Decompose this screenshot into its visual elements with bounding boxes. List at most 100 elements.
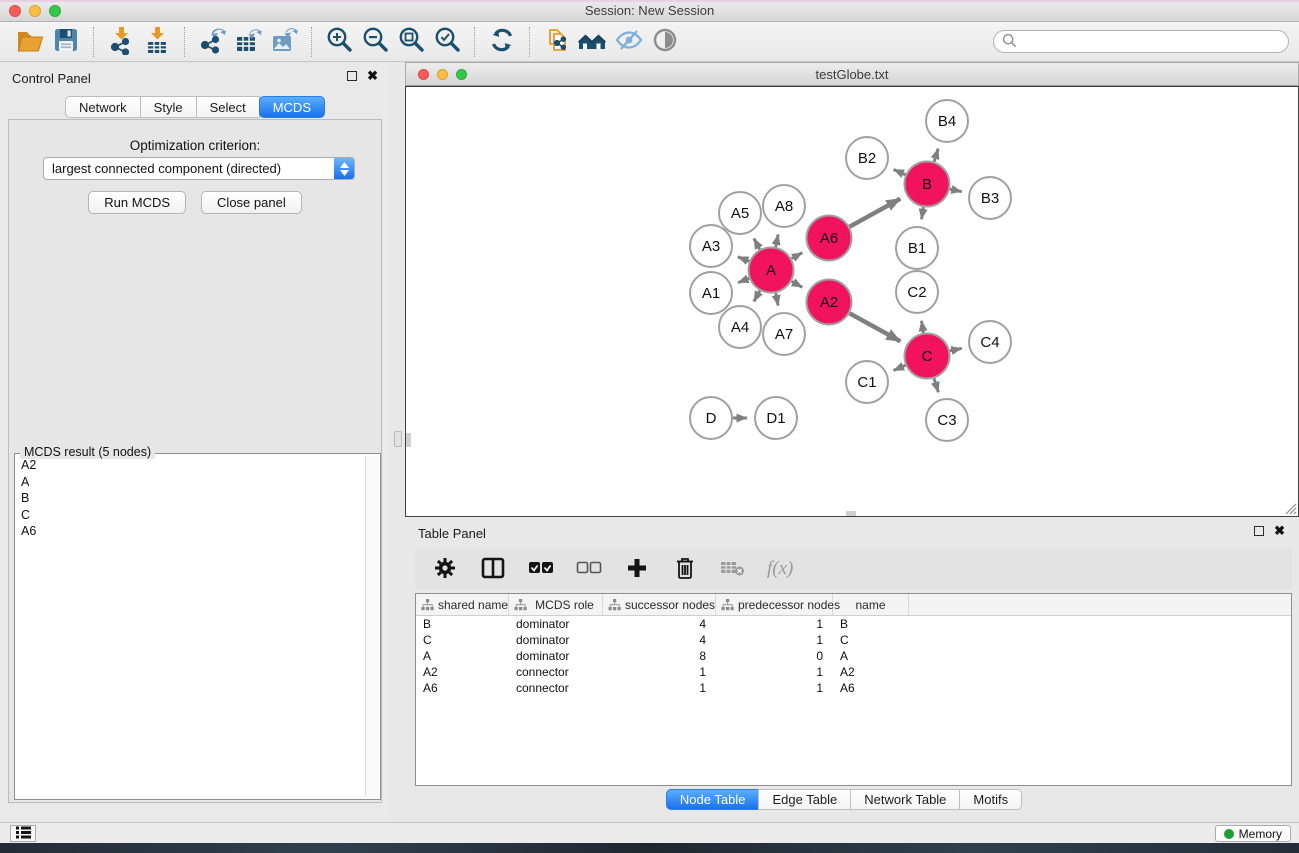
column-header[interactable]: shared name: [416, 594, 509, 615]
tab-select[interactable]: Select: [196, 96, 260, 118]
export-table-button[interactable]: [230, 25, 266, 59]
table-settings-button[interactable]: [431, 554, 459, 584]
apply-layout-button[interactable]: [484, 25, 520, 59]
graph-node-A3[interactable]: A3: [690, 225, 732, 267]
hide-selected-button[interactable]: [611, 25, 647, 59]
graph-edge-C-C2[interactable]: [922, 321, 924, 333]
delete-table-button[interactable]: [719, 554, 747, 584]
graph-edge-B-B1[interactable]: [922, 207, 924, 219]
tab-edge-table[interactable]: Edge Table: [758, 789, 851, 810]
table-row[interactable]: A6connector11A6: [416, 680, 1291, 696]
graph-node-B3[interactable]: B3: [969, 177, 1011, 219]
task-history-button[interactable]: [10, 825, 36, 842]
graph-edge-A-A7[interactable]: [776, 293, 779, 306]
table-row[interactable]: A2connector11A2: [416, 664, 1291, 680]
export-network-button[interactable]: [194, 25, 230, 59]
graph-node-B[interactable]: B: [905, 162, 950, 207]
tab-network[interactable]: Network: [65, 96, 141, 118]
table-row[interactable]: Adominator80A: [416, 648, 1291, 664]
float-table-panel-icon[interactable]: [1254, 526, 1264, 536]
tab-style[interactable]: Style: [140, 96, 197, 118]
first-neighbors-button[interactable]: [575, 25, 611, 59]
graph-node-A5[interactable]: A5: [719, 192, 761, 234]
result-scrollbar[interactable]: [365, 456, 378, 797]
result-list-item[interactable]: A6: [18, 523, 363, 540]
window-resize-grip[interactable]: [1283, 501, 1297, 515]
float-panel-icon[interactable]: [347, 71, 357, 81]
show-column-button[interactable]: [479, 554, 507, 584]
tab-node-table[interactable]: Node Table: [666, 789, 760, 810]
graph-node-B2[interactable]: B2: [846, 137, 888, 179]
search-box[interactable]: [993, 30, 1289, 53]
panel-splitter-handle[interactable]: [394, 431, 402, 447]
graph-node-A7[interactable]: A7: [763, 313, 805, 355]
graph-edge-A6-B[interactable]: [850, 199, 901, 227]
run-mcds-button[interactable]: Run MCDS: [88, 191, 186, 214]
graph-node-A[interactable]: A: [749, 248, 794, 293]
select-all-columns-button[interactable]: [527, 554, 555, 584]
function-builder-button[interactable]: f(x): [767, 558, 793, 580]
delete-column-button[interactable]: [671, 554, 699, 584]
graph-edge-B-B2[interactable]: [894, 170, 906, 175]
graph-node-A6[interactable]: A6: [807, 216, 852, 261]
open-session-button[interactable]: [12, 25, 48, 59]
graph-edge-A-A2[interactable]: [792, 281, 803, 287]
graph-edge-B-B4[interactable]: [934, 149, 938, 162]
close-table-panel-icon[interactable]: ✖: [1274, 526, 1285, 536]
new-network-from-selection-button[interactable]: [539, 25, 575, 59]
zoom-fit-button[interactable]: [393, 25, 429, 59]
tab-mcds[interactable]: MCDS: [259, 96, 325, 118]
result-list-item[interactable]: A: [18, 474, 363, 491]
graph-edge-A-A4[interactable]: [754, 291, 760, 302]
close-panel-button[interactable]: Close panel: [201, 191, 302, 214]
table-row[interactable]: Bdominator41B: [416, 616, 1291, 632]
graph-node-C3[interactable]: C3: [926, 399, 968, 441]
create-column-button[interactable]: [623, 554, 651, 584]
column-header[interactable]: name: [833, 594, 909, 615]
graph-node-D[interactable]: D: [690, 397, 732, 439]
zoom-out-button[interactable]: [357, 25, 393, 59]
graph-edge-A-A6[interactable]: [792, 253, 803, 259]
graph-edge-B-B3[interactable]: [950, 189, 962, 192]
save-session-button[interactable]: [48, 25, 84, 59]
tab-motifs[interactable]: Motifs: [959, 789, 1022, 810]
show-all-button[interactable]: [647, 25, 683, 59]
graph-edge-C-C1[interactable]: [894, 365, 906, 370]
column-header[interactable]: predecessor nodes: [716, 594, 833, 615]
table-row[interactable]: Cdominator41C: [416, 632, 1291, 648]
graph-node-D1[interactable]: D1: [755, 397, 797, 439]
graph-node-C[interactable]: C: [905, 334, 950, 379]
export-image-button[interactable]: [266, 25, 302, 59]
import-network-button[interactable]: [103, 25, 139, 59]
graph-edge-A-A8[interactable]: [776, 234, 779, 247]
zoom-in-button[interactable]: [321, 25, 357, 59]
graph-node-B1[interactable]: B1: [896, 227, 938, 269]
zoom-selected-button[interactable]: [429, 25, 465, 59]
graph-node-A4[interactable]: A4: [719, 306, 761, 348]
column-header[interactable]: MCDS role: [509, 594, 603, 615]
result-list-item[interactable]: C: [18, 507, 363, 524]
import-table-button[interactable]: [139, 25, 175, 59]
deselect-all-columns-button[interactable]: [575, 554, 603, 584]
graph-edge-C-C4[interactable]: [950, 348, 962, 351]
criterion-dropdown[interactable]: largest connected component (directed): [43, 157, 355, 180]
graph-node-A2[interactable]: A2: [807, 280, 852, 325]
result-list-item[interactable]: A2: [18, 457, 363, 474]
graph-node-C4[interactable]: C4: [969, 321, 1011, 363]
network-canvas[interactable]: B4 B2 B B3 A8 A5 A6 A3 B1 A C2 A1 A2: [405, 86, 1299, 517]
memory-button[interactable]: Memory: [1215, 825, 1291, 842]
search-input[interactable]: [1017, 35, 1280, 49]
column-header[interactable]: successor nodes: [603, 594, 716, 615]
graph-edge-A-A3[interactable]: [738, 257, 749, 262]
graph-edge-A2-C[interactable]: [850, 313, 901, 341]
close-panel-icon[interactable]: ✖: [367, 71, 378, 81]
graph-node-C1[interactable]: C1: [846, 361, 888, 403]
graph-edge-A-A5[interactable]: [754, 239, 760, 250]
result-list-item[interactable]: B: [18, 490, 363, 507]
graph-edge-A-A1[interactable]: [738, 278, 749, 282]
graph-node-A8[interactable]: A8: [763, 185, 805, 227]
tab-network-table[interactable]: Network Table: [850, 789, 960, 810]
graph-node-B4[interactable]: B4: [926, 100, 968, 142]
graph-node-C2[interactable]: C2: [896, 271, 938, 313]
graph-node-A1[interactable]: A1: [690, 272, 732, 314]
